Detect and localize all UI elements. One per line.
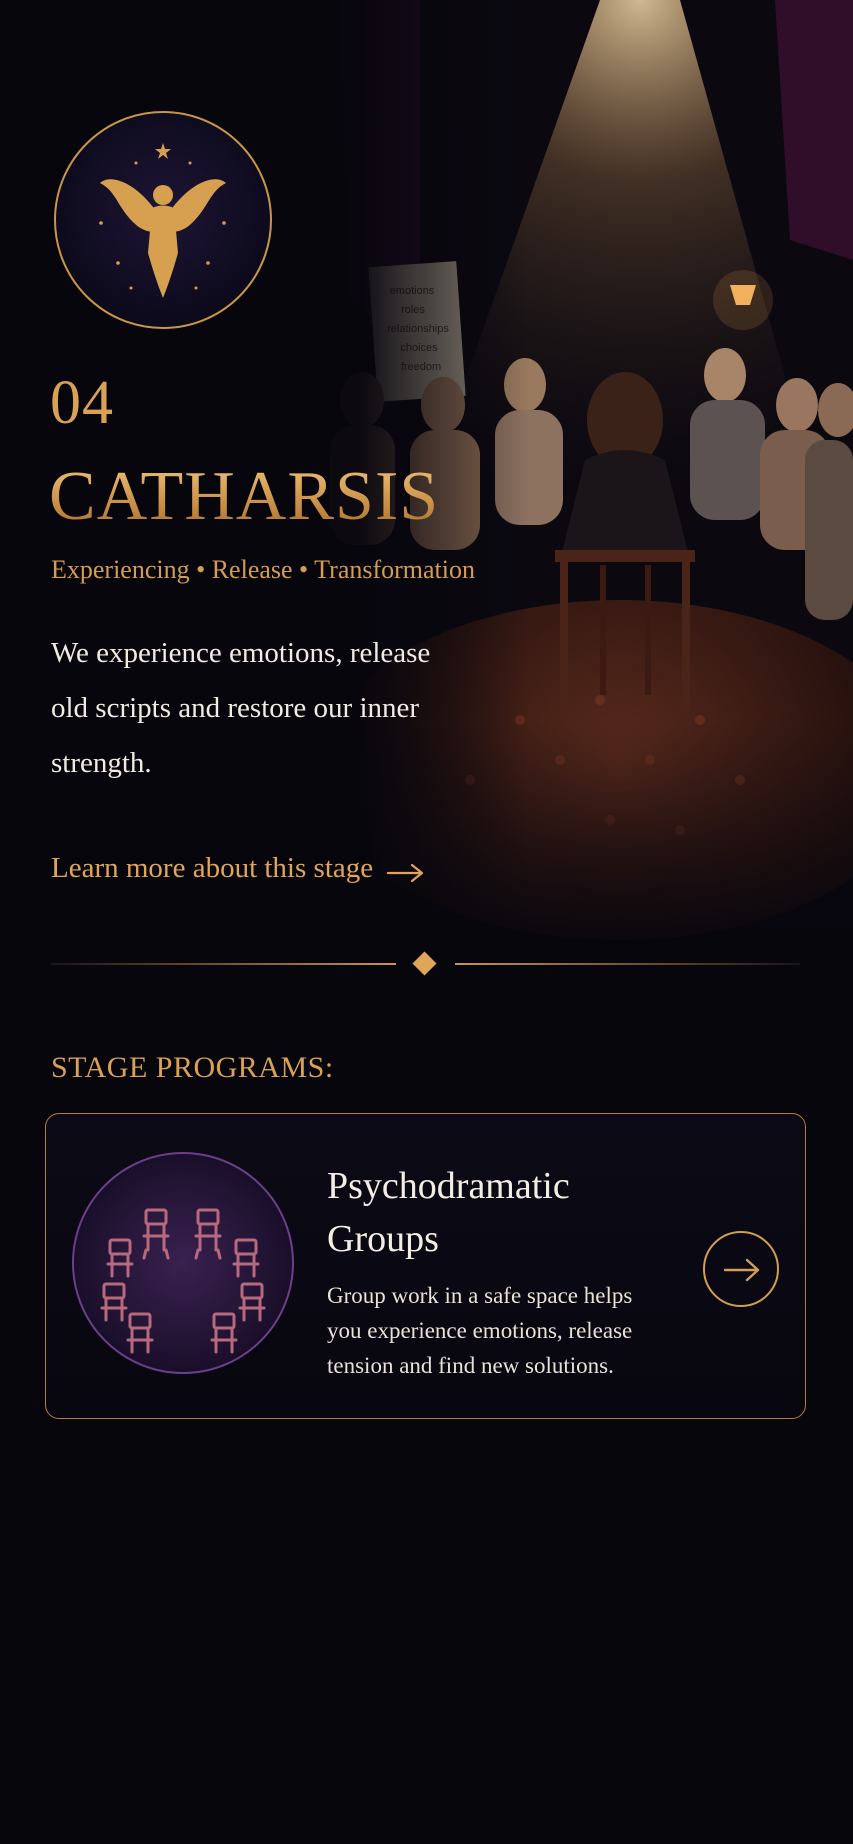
program-image [72, 1152, 294, 1374]
programs-heading: STAGE PROGRAMS: [51, 1051, 334, 1084]
diamond-ornament-icon [412, 951, 437, 976]
stage-title: CATHARSIS [49, 458, 440, 535]
stage-number: 04 [50, 369, 114, 437]
arrow-right-icon [387, 858, 425, 883]
winged-figure-emblem-icon [99, 143, 226, 298]
divider-line-left [51, 963, 396, 965]
learn-more-link[interactable]: Learn more about this stage [51, 848, 425, 888]
hero-section: emotions roles relationships choices fre… [0, 0, 853, 960]
program-card[interactable]: Psychodramatic Groups Group work in a sa… [45, 1113, 806, 1419]
arrow-right-circle-icon[interactable] [703, 1231, 779, 1307]
stage-keywords: Experiencing • Release • Transformation [51, 555, 475, 584]
program-title: Psychodramatic Groups [327, 1165, 570, 1260]
stage-description: We experience emotions, release old scri… [51, 637, 431, 779]
chair-circle-icon [100, 1208, 266, 1354]
divider-line-right [455, 963, 800, 965]
brand-emblem [54, 111, 272, 329]
learn-more-label: Learn more about this stage [51, 851, 374, 884]
section-divider [51, 951, 800, 976]
program-description: Group work in a safe space helps you exp… [327, 1283, 633, 1378]
